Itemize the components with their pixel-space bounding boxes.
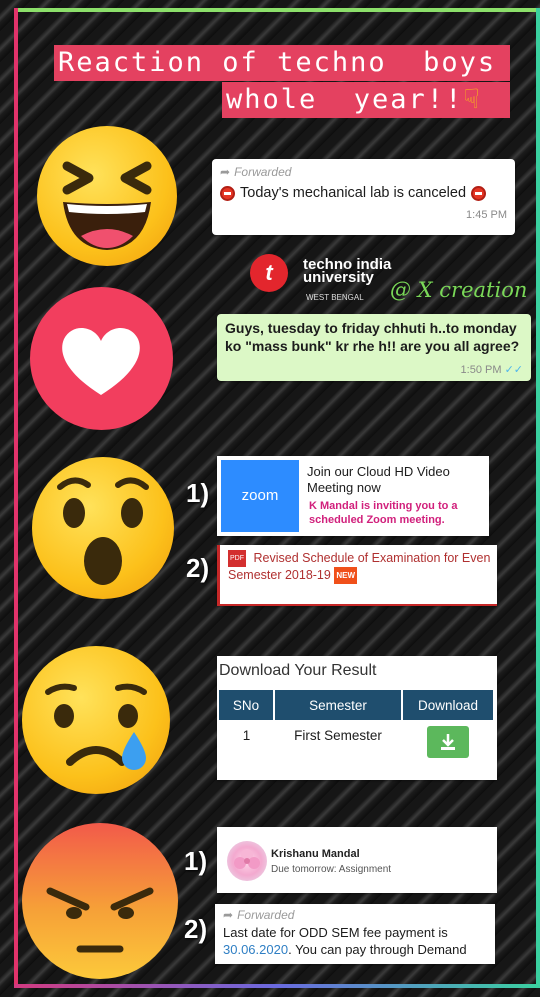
frame-top-border — [14, 8, 540, 12]
zoom-invite-text: K Mandal is inviting you to a scheduled … — [309, 500, 458, 526]
download-cell — [402, 720, 493, 768]
avatar — [227, 841, 267, 881]
result-table: SNo Semester Download 1 First Semester — [219, 690, 493, 768]
tiu-logo-icon: t — [250, 254, 288, 292]
surprised-emoji-icon — [32, 457, 174, 599]
forwarded-label-2: ➦ Forwarded — [223, 908, 295, 922]
column-header-semester: Semester — [274, 690, 403, 720]
item-number-2: 2) — [186, 553, 210, 583]
fee-message: Last date for ODD SEM fee payment is 30.… — [223, 925, 467, 957]
sender-name: Krishanu Mandal — [271, 848, 360, 860]
logo-region: WEST BENGAL — [306, 293, 364, 302]
table-row: 1 First Semester — [219, 720, 493, 768]
techno-india-logo: t techno india university WEST BENGAL — [250, 252, 400, 302]
new-badge: NEW — [334, 567, 357, 585]
item-number-1: 1) — [186, 478, 210, 508]
mass-bunk-message-card[interactable]: Guys, tuesday to friday chhuti h..to mon… — [217, 314, 531, 381]
result-card: Download Your Result SNo Semester Downlo… — [217, 656, 497, 780]
fee-date-link[interactable]: 30.06.2020 — [223, 942, 288, 957]
laughing-emoji-icon — [37, 126, 177, 266]
download-icon — [440, 734, 455, 750]
pdf-icon: PDF — [228, 550, 246, 568]
flower-icon — [234, 849, 260, 869]
frame-bottom-border — [14, 984, 540, 988]
lab-cancel-message: Today's mechanical lab is canceled — [220, 185, 507, 201]
mass-bunk-message: Guys, tuesday to friday chhuti h..to mon… — [225, 320, 520, 354]
pointing-down-icon: ☟ — [463, 84, 482, 115]
heart-emoji-icon — [30, 287, 173, 430]
forwarded-message-card[interactable]: ➦ Forwarded Today's mechanical lab is ca… — [212, 159, 515, 235]
download-button[interactable] — [426, 726, 469, 758]
item-number-3: 1) — [184, 846, 208, 876]
creator-credit: @ X creation — [390, 278, 528, 302]
angry-emoji-icon — [22, 823, 178, 979]
zoom-logo: zoom — [221, 460, 299, 532]
message-time-2: 1:50 PM ✓✓ — [460, 364, 523, 376]
title-line-2: whole year!!☟ — [222, 82, 510, 118]
cell-sno: 1 — [242, 728, 251, 743]
double-tick-icon: ✓✓ — [504, 364, 523, 376]
cell-semester: First Semester — [294, 728, 382, 743]
forward-arrow-icon: ➦ — [223, 908, 234, 922]
column-header-sno: SNo — [219, 690, 275, 720]
zoom-invite-card[interactable]: zoom Join our Cloud HD Video Meeting now… — [217, 456, 489, 536]
title-line-1: Reaction of techno boys — [54, 45, 510, 81]
item-number-4: 2) — [184, 914, 208, 944]
frame-left-border — [14, 8, 18, 988]
notification-text: Due tomorrow: Assignment — [271, 864, 392, 875]
fee-message-card[interactable]: ➦ Forwarded Last date for ODD SEM fee pa… — [215, 904, 495, 964]
result-title: Download Your Result — [219, 662, 377, 679]
frame-right-border — [536, 8, 540, 988]
title-line-2-text: whole year!! — [226, 84, 464, 115]
message-time: 1:45 PM — [466, 209, 507, 221]
no-entry-icon — [471, 185, 487, 201]
crying-emoji-icon — [22, 646, 170, 794]
forwarded-label: ➦ Forwarded — [220, 165, 292, 179]
assignment-notification-card[interactable]: Krishanu Mandal Due tomorrow: Assignment — [217, 827, 497, 893]
exam-notice-text[interactable]: Revised Schedule of Examination for Even… — [228, 551, 490, 582]
zoom-title: Join our Cloud HD Video Meeting now — [307, 464, 450, 495]
no-entry-icon — [220, 185, 235, 201]
column-header-download: Download — [417, 697, 479, 713]
forward-arrow-icon: ➦ — [220, 165, 231, 179]
exam-notice-card[interactable]: PDF Revised Schedule of Examination for … — [217, 545, 497, 606]
